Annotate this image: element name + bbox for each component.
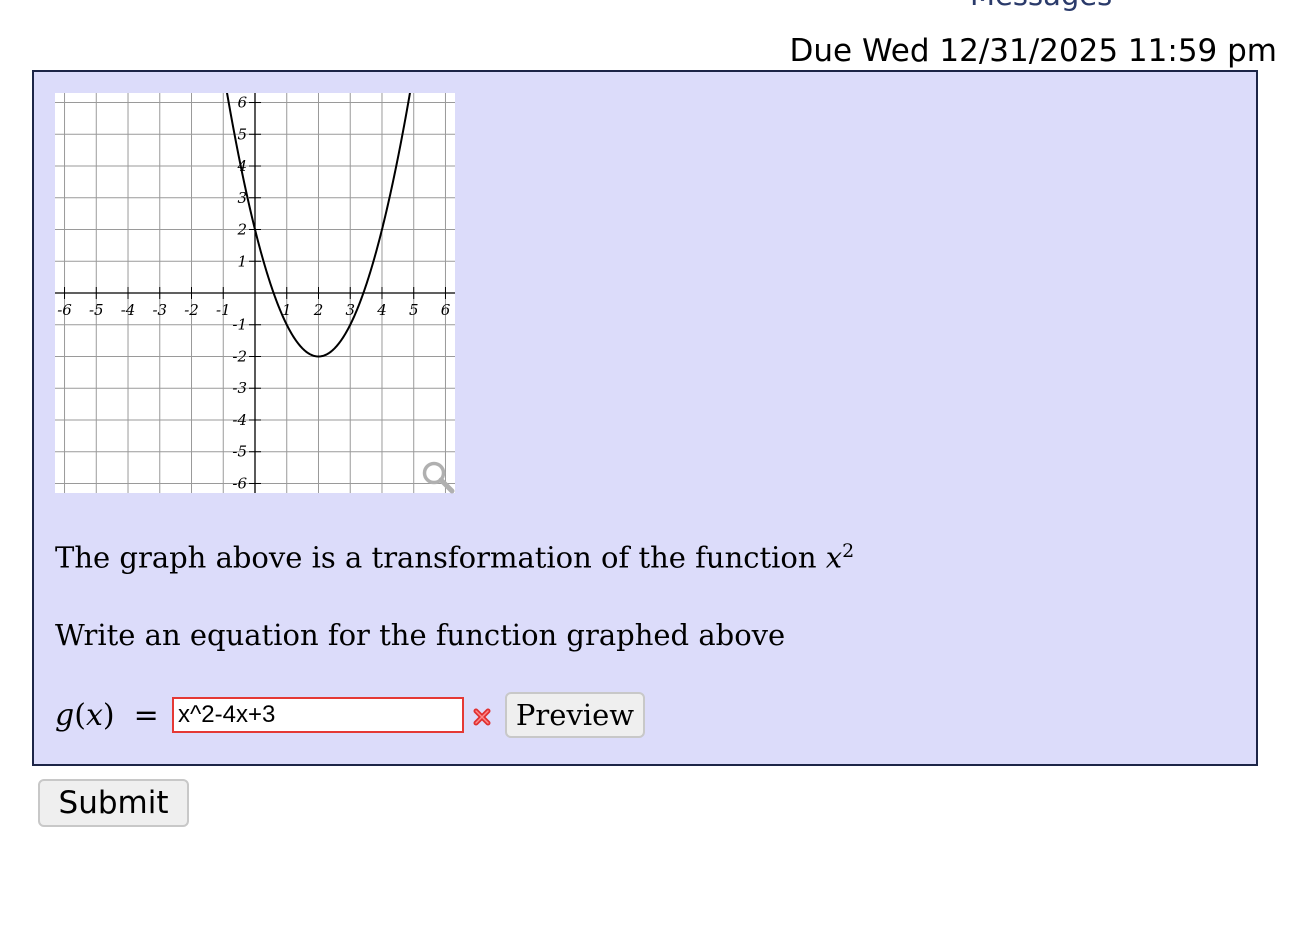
x-tick-label: -3 bbox=[152, 301, 167, 319]
y-tick-label: 6 bbox=[237, 94, 247, 112]
x-tick-label: -1 bbox=[216, 301, 231, 319]
answer-input[interactable] bbox=[172, 697, 464, 733]
graph-svg: -6 -5 -4 -3 -2 -1 1 2 3 4 5 6654321-1-2-3-4-5-6 bbox=[55, 93, 455, 493]
y-tick-label: -6 bbox=[232, 474, 247, 492]
red-x-icon bbox=[473, 708, 491, 726]
x-tick-label: 5 bbox=[409, 301, 419, 319]
magnifier-icon[interactable] bbox=[421, 460, 455, 494]
submit-button[interactable]: Submit bbox=[38, 779, 189, 827]
answer-label-arg: x bbox=[85, 698, 103, 733]
y-tick-label: -2 bbox=[232, 347, 247, 365]
y-tick-label: 1 bbox=[237, 252, 247, 270]
y-tick-label: -3 bbox=[232, 379, 247, 397]
x-tick-label: 6 bbox=[441, 301, 451, 319]
x-tick-label: -5 bbox=[89, 301, 104, 319]
y-tick-label: -4 bbox=[232, 411, 247, 429]
y-tick-label: 5 bbox=[237, 125, 247, 143]
preview-button[interactable]: Preview bbox=[505, 692, 645, 738]
problem-statement: The graph above is a transformation of t… bbox=[55, 540, 854, 575]
x-tick-label: -6 bbox=[57, 301, 72, 319]
messages-link[interactable]: Messages bbox=[970, 0, 1112, 12]
answer-label: g(x) = bbox=[55, 698, 159, 733]
x-tick-label: -2 bbox=[184, 301, 199, 319]
parabola-graph[interactable]: -6 -5 -4 -3 -2 -1 1 2 3 4 5 6 6 5 4 3 2 1 -1 -2 -3 -4 -5 -6 bbox=[55, 93, 455, 494]
x-tick-label: 4 bbox=[376, 301, 387, 319]
problem-instruction: Write an equation for the function graph… bbox=[55, 618, 786, 652]
x-tick-label: -4 bbox=[121, 301, 136, 319]
answer-label-fn: g bbox=[55, 698, 75, 733]
due-date: Due Wed 12/31/2025 11:59 pm bbox=[789, 33, 1277, 69]
problem-box: -6 -5 -4 -3 -2 -1 1 2 3 4 5 6 6 5 4 3 2 1 -1 -2 -3 -4 -5 -6 The… bbox=[32, 70, 1258, 766]
base-function-var: x bbox=[825, 540, 843, 575]
base-function-exponent: 2 bbox=[842, 540, 855, 562]
y-tick-label: -1 bbox=[232, 316, 247, 334]
x-tick-label: 2 bbox=[313, 301, 324, 319]
problem-text: The graph above is a transformation of t… bbox=[55, 540, 817, 575]
y-tick-label: -5 bbox=[232, 443, 247, 461]
y-tick-label: 2 bbox=[236, 221, 247, 239]
